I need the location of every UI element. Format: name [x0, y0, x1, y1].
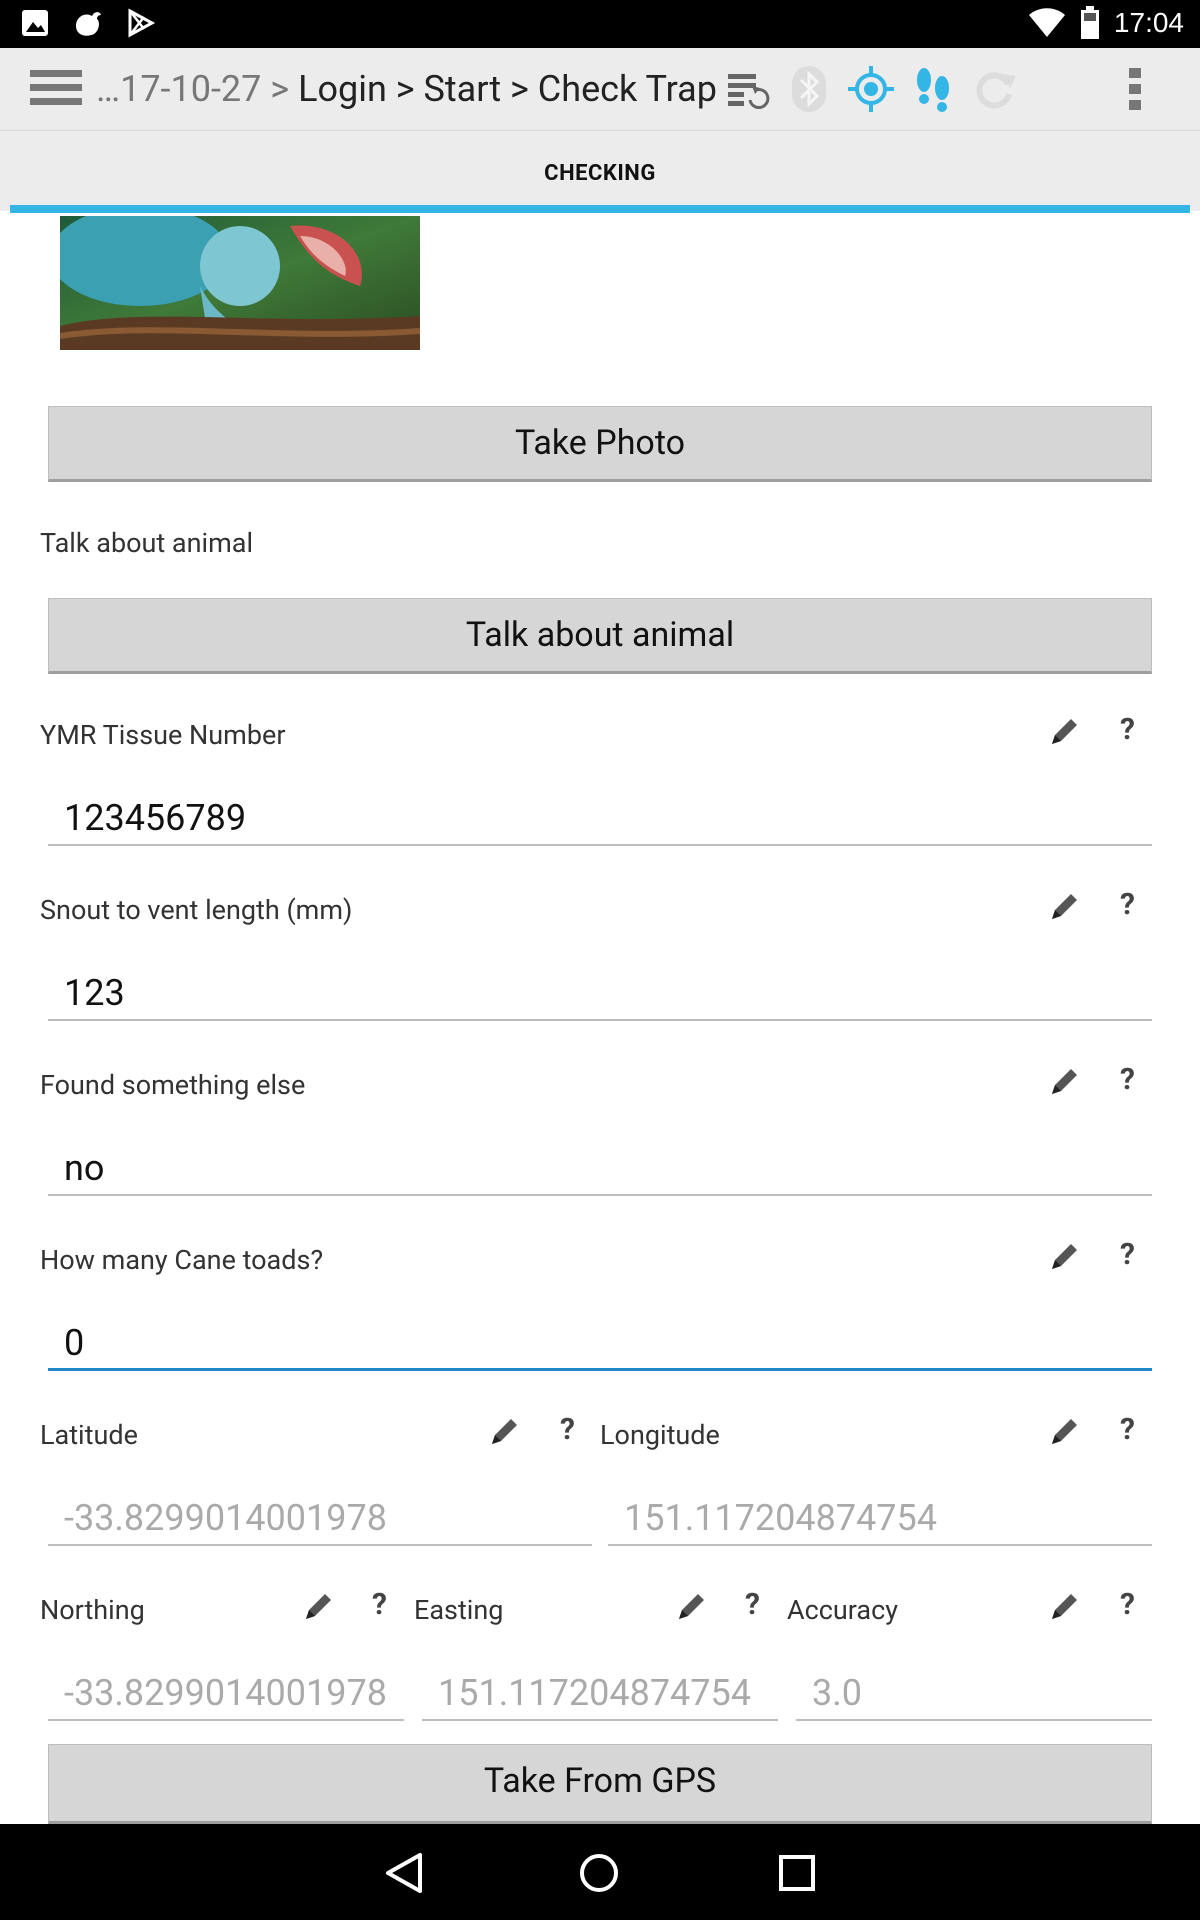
tissue-number-field[interactable]: 123456789	[48, 794, 1152, 846]
take-photo-button[interactable]: Take Photo	[48, 406, 1152, 482]
home-icon[interactable]	[578, 1852, 620, 1894]
talk-about-animal-button[interactable]: Talk about animal	[48, 598, 1152, 674]
latitude-label: Latitude	[40, 1419, 138, 1451]
longitude-field[interactable]: 151.117204874754	[608, 1494, 1152, 1546]
snout-vent-field[interactable]: 123	[48, 969, 1152, 1021]
cane-toads-field[interactable]: 0	[48, 1319, 1152, 1371]
snout-vent-label: Snout to vent length (mm)	[40, 894, 353, 926]
help-icon[interactable]: ?	[560, 1412, 575, 1447]
help-icon[interactable]: ?	[1120, 1587, 1135, 1622]
tab-strip: CHECKING	[0, 131, 1200, 213]
help-icon[interactable]: ?	[372, 1587, 387, 1622]
cane-toads-label: How many Cane toads?	[40, 1244, 324, 1276]
help-icon[interactable]: ?	[1120, 1062, 1135, 1097]
notification-blob-icon	[76, 12, 101, 36]
breadcrumb-prefix[interactable]: …17-10-27 >	[96, 68, 289, 110]
tab-indicator	[10, 205, 1190, 213]
help-icon[interactable]: ?	[745, 1587, 760, 1622]
navigation-bar	[0, 1824, 1200, 1920]
found-something-label: Found something else	[40, 1069, 306, 1101]
accuracy-label: Accuracy	[787, 1594, 898, 1626]
action-bar: …17-10-27 > Login > Start > Check Trap	[0, 48, 1200, 131]
tab-checking[interactable]: CHECKING	[0, 161, 1200, 186]
easting-label: Easting	[414, 1594, 504, 1626]
battery-icon	[1080, 6, 1099, 39]
help-icon[interactable]: ?	[1120, 712, 1135, 747]
bluetooth-icon[interactable]	[784, 64, 834, 114]
longitude-label: Longitude	[600, 1419, 720, 1451]
found-something-field[interactable]: no	[48, 1144, 1152, 1196]
pencil-icon[interactable]	[488, 1414, 522, 1448]
easting-field[interactable]: 151.117204874754	[422, 1669, 778, 1721]
tissue-number-label: YMR Tissue Number	[40, 719, 286, 751]
accuracy-field[interactable]: 3.0	[796, 1669, 1152, 1721]
breadcrumb-path[interactable]: Login > Start > Check Trap	[298, 68, 717, 110]
image-icon	[22, 10, 48, 36]
breadcrumb: …17-10-27 > Login > Start > Check Trap	[96, 68, 717, 110]
hamburger-menu-icon[interactable]	[30, 70, 82, 110]
help-icon[interactable]: ?	[1120, 1412, 1135, 1447]
help-icon[interactable]: ?	[1120, 1237, 1135, 1272]
pencil-icon[interactable]	[1048, 714, 1082, 748]
pencil-icon[interactable]	[302, 1589, 336, 1623]
form-content[interactable]: Take Photo Talk about animal Talk about …	[10, 216, 1190, 1824]
northing-field[interactable]: -33.8299014001978	[48, 1669, 404, 1721]
pencil-icon[interactable]	[1048, 889, 1082, 923]
recents-icon[interactable]	[778, 1854, 816, 1892]
pencil-icon[interactable]	[1048, 1414, 1082, 1448]
pencil-icon[interactable]	[675, 1589, 709, 1623]
pencil-icon[interactable]	[1048, 1589, 1082, 1623]
take-from-gps-button[interactable]: Take From GPS	[48, 1744, 1152, 1824]
talk-about-animal-caption: Talk about animal	[40, 527, 254, 559]
pencil-icon[interactable]	[1048, 1239, 1082, 1273]
play-store-icon	[128, 8, 156, 38]
back-icon[interactable]	[384, 1852, 424, 1894]
overflow-menu-icon[interactable]	[1120, 64, 1150, 114]
northing-label: Northing	[40, 1594, 145, 1626]
refresh-icon[interactable]	[970, 64, 1020, 114]
status-bar: 17:04	[0, 0, 1200, 48]
help-icon[interactable]: ?	[1120, 887, 1135, 922]
clock: 17:04	[1113, 7, 1184, 38]
footsteps-icon[interactable]	[908, 64, 958, 114]
latitude-field[interactable]: -33.8299014001978	[48, 1494, 592, 1546]
sync-settings-icon[interactable]	[722, 64, 772, 114]
gps-target-icon[interactable]	[846, 64, 896, 114]
wifi-icon	[1028, 8, 1065, 37]
pencil-icon[interactable]	[1048, 1064, 1082, 1098]
animal-photo[interactable]	[60, 216, 420, 350]
